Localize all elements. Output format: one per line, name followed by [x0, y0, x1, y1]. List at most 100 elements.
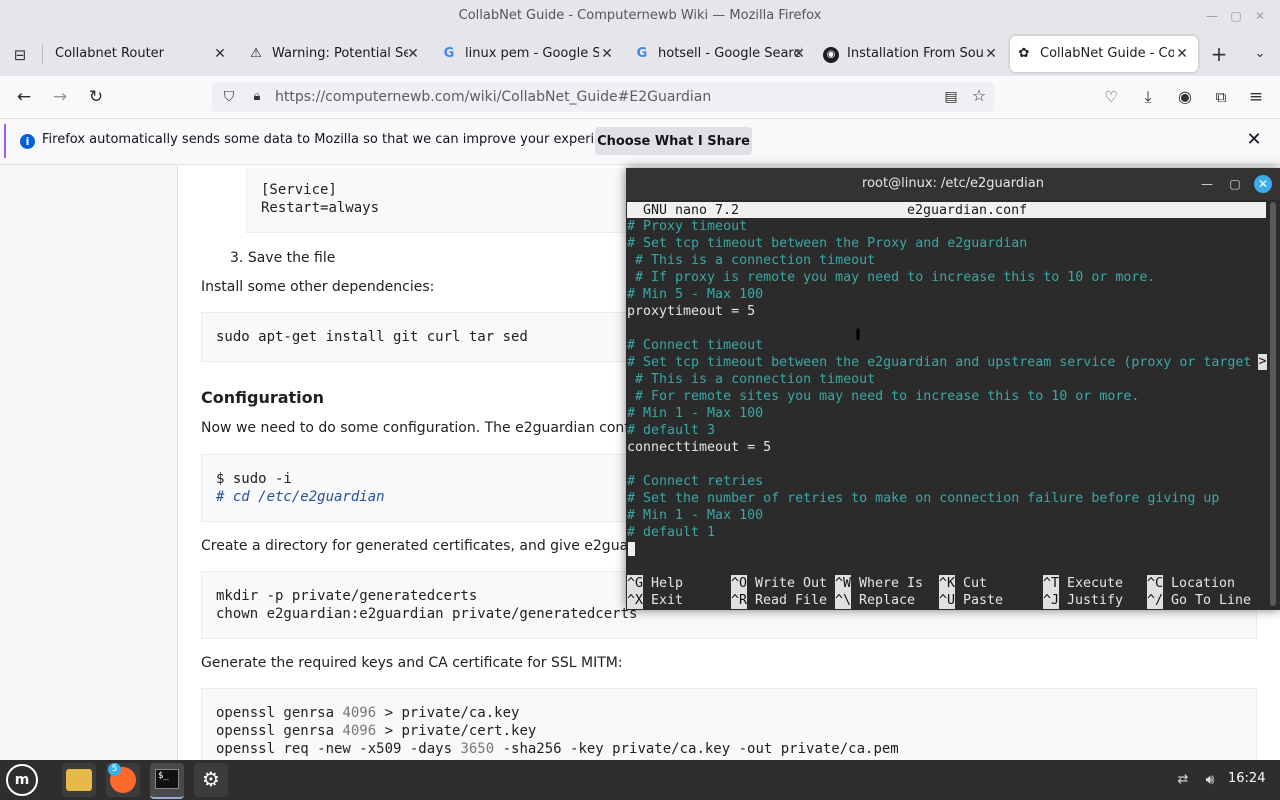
section-heading-configuration: Configuration — [201, 388, 325, 407]
terminal-title: root@linux: /etc/e2guardian — [862, 176, 1044, 191]
code-number: 4096 — [342, 723, 377, 739]
network-icon[interactable]: ⇄ — [1174, 772, 1192, 788]
code-line: chown e2guardian:e2guardian private/gene… — [216, 606, 638, 622]
config-comment-line: # Min 1 - Max 100 — [627, 508, 764, 523]
mint-menu-icon[interactable]: m — [6, 764, 38, 796]
notification-badge: 5 — [108, 763, 121, 776]
window-title: CollabNet Guide - Computernewb Wiki — Mo… — [458, 8, 822, 23]
shortcut-key: ^X — [627, 592, 644, 609]
shortcut-label: Location — [1171, 576, 1236, 591]
minimize-icon[interactable]: — — [1204, 8, 1220, 24]
config-comment-line: # Set tcp timeout between the e2guardian… — [627, 355, 1252, 370]
back-arrow-icon[interactable]: ← — [13, 86, 35, 108]
shortcut-key: ^K — [939, 575, 956, 592]
tab-label: linux pem - Google Sea — [465, 46, 599, 61]
shortcut-key: ^W — [835, 575, 852, 592]
shortcut-key: ^/ — [1147, 592, 1164, 609]
config-line: connecttimeout = 5 — [627, 440, 772, 455]
window-title-bar: CollabNet Guide - Computernewb Wiki — Mo… — [0, 0, 1280, 32]
lock-icon[interactable]: 🔒︎ — [248, 88, 266, 106]
shortcut-key: ^R — [731, 592, 748, 609]
folder-icon — [66, 769, 92, 791]
code-text: openssl req -new -x509 -days — [216, 741, 461, 757]
config-comment-line: # default 1 — [627, 525, 716, 540]
code-key: Restart — [261, 200, 321, 216]
tab-collabnet-router[interactable]: Collabnet Router — [55, 36, 210, 72]
nano-version: GNU nano 7.2 — [643, 203, 740, 218]
keys-text: Generate the required keys and CA certif… — [201, 655, 623, 671]
line-overflow-marker: > — [1258, 354, 1267, 370]
terminal-close-icon[interactable]: ✕ — [1254, 175, 1272, 193]
list-item-text: Save the file — [247, 250, 336, 266]
close-tab-icon[interactable]: ✕ — [1174, 46, 1190, 62]
reload-icon[interactable]: ↻ — [85, 86, 107, 108]
close-tab-icon[interactable]: ✕ — [212, 46, 228, 62]
shortcut-label: Replace — [859, 593, 916, 608]
tab-warning[interactable]: ⚠ Warning: Potential Sec — [248, 36, 408, 72]
terminal-cursor — [628, 542, 635, 556]
downloads-icon[interactable]: ⤓ — [1138, 87, 1158, 107]
url-text[interactable]: https://computernewb.com/wiki/CollabNet_… — [275, 82, 711, 112]
code-text: > private/cert.key — [376, 723, 537, 739]
close-tab-icon[interactable]: ✕ — [791, 46, 807, 62]
firefox-view-icon[interactable]: ⊟ — [10, 45, 30, 65]
pocket-icon[interactable]: ♡ — [1101, 87, 1121, 107]
reader-view-icon[interactable]: ▤ — [942, 88, 960, 106]
tab-installation-from-source[interactable]: ◉ Installation From Sourc — [823, 36, 983, 72]
maximize-icon[interactable]: ▢ — [1228, 8, 1244, 24]
config-comment-line: # default 3 — [627, 423, 716, 438]
tab-collabnet-guide[interactable]: ✿ CollabNet Guide - Com — [1016, 36, 1174, 72]
terminal-minimize-icon[interactable]: — — [1199, 176, 1215, 192]
tracking-protection-shield-icon[interactable]: ⛉ — [220, 88, 238, 106]
config-comment-line: # Min 5 - Max 100 — [627, 287, 764, 302]
list-number: 3. — [230, 250, 244, 266]
volume-icon[interactable]: 🔊︎ — [1201, 772, 1219, 788]
terminal-title-bar[interactable]: root@linux: /etc/e2guardian — [626, 168, 1280, 200]
menu-hamburger-icon[interactable]: ≡ — [1246, 87, 1266, 107]
tab-linux-pem[interactable]: Glinux pem - Google Sea — [441, 36, 599, 72]
tab-hotsell[interactable]: Ghotsell - Google Search — [634, 36, 802, 72]
choose-what-i-share-button[interactable]: Choose What I Share — [595, 127, 752, 155]
config-text: Now we need to do some configuration. Th… — [201, 420, 656, 436]
taskbar-settings[interactable]: ⚙ — [194, 763, 228, 797]
gear-icon: ⚙ — [202, 767, 220, 791]
code-line: mkdir -p private/generatedcerts — [216, 588, 478, 604]
terminal-maximize-icon[interactable]: ▢ — [1227, 176, 1243, 192]
config-comment-line: # This is a connection timeout — [627, 372, 876, 387]
terminal-scrollbar[interactable] — [1270, 202, 1276, 606]
github-icon: ◉ — [823, 47, 839, 63]
taskbar-terminal[interactable]: $_ — [150, 763, 184, 799]
code-number: 4096 — [342, 705, 377, 721]
close-tab-icon[interactable]: ✕ — [599, 46, 615, 62]
config-comment-line: # Connect retries — [627, 474, 764, 489]
new-tab-icon[interactable]: + — [1209, 44, 1229, 64]
close-notification-icon[interactable]: ✕ — [1244, 130, 1264, 150]
config-comment-line: # Min 1 - Max 100 — [627, 406, 764, 421]
config-comment-line: # Proxy timeout — [627, 219, 748, 234]
config-comment-line: # Set the number of retries to make on c… — [627, 491, 1220, 506]
account-icon[interactable]: ◉ — [1175, 87, 1195, 107]
config-line: proxytimeout = 5 — [627, 304, 756, 319]
tab-list-chevron-down-icon[interactable]: ⌄ — [1250, 44, 1270, 64]
code-value: always — [328, 200, 380, 216]
taskbar-clock[interactable]: 16:24 — [1228, 771, 1265, 786]
close-tab-icon[interactable]: ✕ — [983, 46, 999, 62]
bookmark-star-icon[interactable]: ☆ — [970, 87, 988, 105]
extensions-puzzle-icon[interactable]: ⧉ — [1211, 87, 1231, 107]
shortcut-label: Where Is — [859, 576, 924, 591]
code-line: Restart=always — [261, 199, 379, 217]
shortcut-key: ^\ — [835, 592, 852, 609]
close-window-icon[interactable]: ✕ — [1252, 8, 1268, 24]
shortcut-label: Paste — [963, 593, 1004, 608]
tab-separator — [42, 44, 43, 64]
code-number: 3650 — [460, 741, 495, 757]
info-icon: i — [20, 134, 35, 149]
taskbar-files[interactable] — [62, 763, 96, 797]
forward-arrow-icon[interactable]: → — [49, 86, 71, 108]
shortcut-key: ^O — [731, 575, 748, 592]
tab-label: Installation From Sourc — [847, 46, 983, 61]
taskbar-firefox[interactable]: 5 — [106, 763, 140, 797]
nano-header: GNU nano 7.2 e2guardian.conf — [627, 202, 1266, 218]
code-text: -sha256 -key private/ca.key -out private… — [494, 741, 899, 757]
close-tab-icon[interactable]: ✕ — [405, 46, 421, 62]
